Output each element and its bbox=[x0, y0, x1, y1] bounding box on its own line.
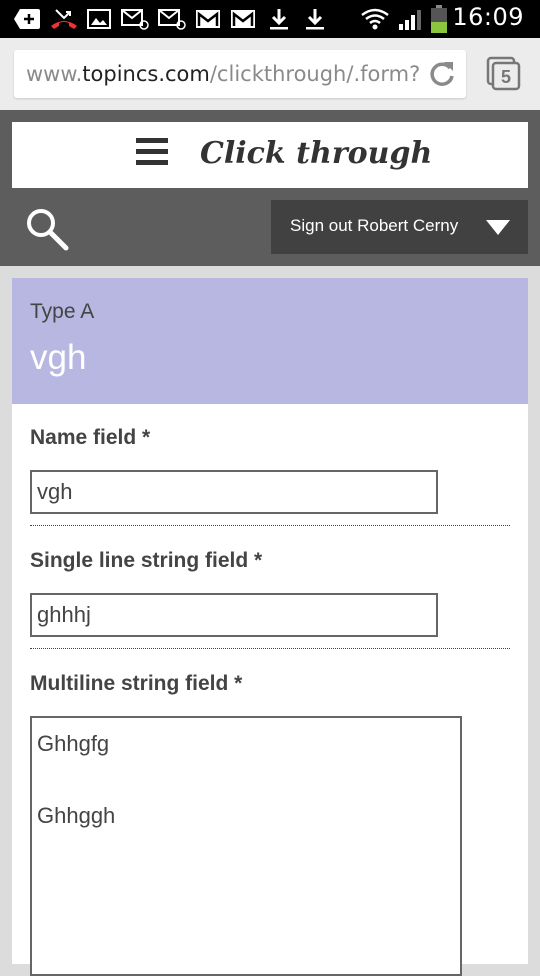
name-field-label: Name field * bbox=[30, 426, 151, 449]
tabs-button[interactable]: 5 bbox=[486, 56, 522, 92]
menu-icon[interactable] bbox=[136, 138, 168, 168]
name-field-input[interactable]: vgh bbox=[30, 470, 438, 514]
url-field[interactable]: www.topincs.com/clickthrough/.form? bbox=[14, 50, 466, 98]
browser-toolbar: www.topincs.com/clickthrough/.form? 5 bbox=[0, 38, 540, 110]
single-line-field-label: Single line string field * bbox=[30, 549, 263, 572]
email-icon bbox=[121, 8, 149, 30]
signout-dropdown[interactable]: Sign out Robert Cerny bbox=[271, 200, 528, 254]
add-icon bbox=[14, 8, 40, 30]
site-header: Click through Sign out Robert Cerny bbox=[0, 110, 540, 266]
gmail-icon bbox=[230, 8, 256, 30]
email-icon bbox=[158, 8, 186, 30]
reload-icon[interactable] bbox=[428, 60, 456, 88]
url-text[interactable]: www.topincs.com/clickthrough/.form? bbox=[26, 62, 426, 86]
gmail-icon bbox=[195, 8, 221, 30]
clock: 16:09 bbox=[452, 3, 524, 31]
status-bar: 16:09 bbox=[0, 0, 540, 38]
wifi-icon bbox=[360, 8, 390, 30]
topic-type-label: Type A bbox=[30, 300, 95, 323]
tab-count: 5 bbox=[501, 67, 511, 87]
topic-header: Type A vgh bbox=[12, 278, 528, 404]
url-path: /clickthrough/.form? bbox=[209, 62, 421, 86]
edit-form: Name field * vgh Single line string fiel… bbox=[12, 404, 528, 976]
title-bar: Click through bbox=[12, 122, 528, 188]
main-content: Type A vgh Name field * vgh Single line … bbox=[0, 266, 540, 976]
field-divider bbox=[30, 525, 510, 526]
field-divider bbox=[30, 648, 510, 649]
signout-label: Sign out Robert Cerny bbox=[290, 216, 459, 235]
multiline-field-textarea[interactable]: Ghhgfg Ghhggh bbox=[30, 716, 462, 976]
download-icon bbox=[304, 8, 326, 30]
missed-call-icon bbox=[50, 8, 78, 30]
caret-down-icon bbox=[486, 220, 510, 235]
download-icon bbox=[268, 8, 290, 30]
battery-icon bbox=[430, 5, 448, 33]
topic-title: vgh bbox=[30, 338, 87, 377]
url-domain: topincs.com bbox=[82, 62, 210, 86]
tabs-icon: 5 bbox=[486, 56, 521, 91]
single-line-field-input[interactable]: ghhhj bbox=[30, 593, 438, 637]
search-icon[interactable] bbox=[24, 206, 70, 252]
multiline-field-label: Multiline string field * bbox=[30, 672, 243, 695]
signal-icon bbox=[398, 8, 424, 30]
image-icon bbox=[87, 8, 111, 30]
url-prefix: www. bbox=[26, 62, 83, 86]
site-title[interactable]: Click through bbox=[200, 136, 432, 171]
